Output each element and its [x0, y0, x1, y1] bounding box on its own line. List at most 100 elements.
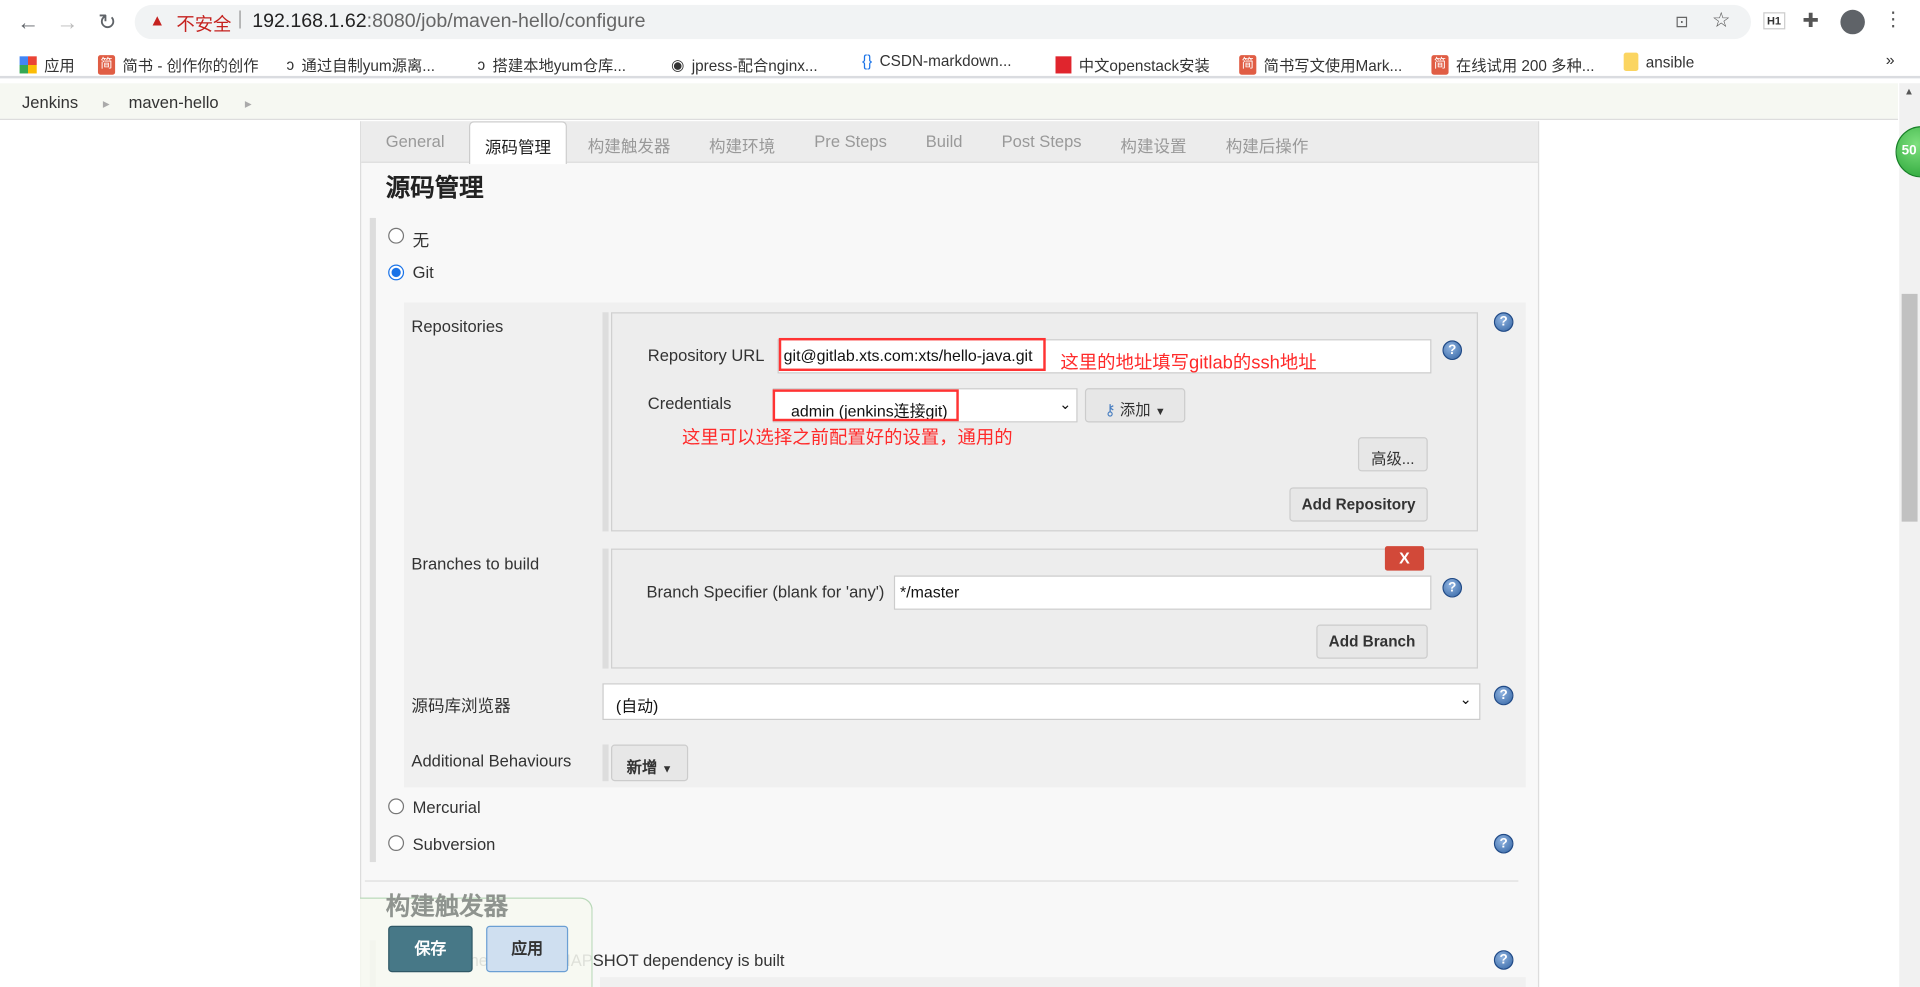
chevron-down-icon: ⌄: [1459, 690, 1472, 708]
jianshu-icon: 简: [97, 54, 116, 75]
breadcrumb-jenkins[interactable]: Jenkins: [22, 93, 78, 111]
bookmark-folder[interactable]: ansible: [1623, 52, 1694, 72]
branch-spec-input[interactable]: */master: [893, 575, 1432, 610]
page-icon: ↄ: [477, 55, 486, 73]
apps-icon: [19, 55, 37, 73]
scrollbar[interactable]: ▲: [1899, 83, 1920, 987]
caret-down-icon: ▼: [661, 762, 673, 776]
radio-subversion[interactable]: [388, 835, 405, 852]
label-subversion: Subversion: [412, 835, 496, 854]
advanced-button[interactable]: 高级...: [1357, 437, 1428, 472]
add-credentials-button[interactable]: ⚷ 添加 ▼: [1084, 388, 1186, 423]
back-icon[interactable]: ←: [17, 10, 39, 36]
annotation-url-note: 这里的地址填写gitlab的ssh地址: [1060, 352, 1317, 374]
bookmark[interactable]: 简简书写文使用Mark...: [1239, 53, 1402, 76]
bookmark[interactable]: ◉ jpress-配合nginx...: [671, 53, 818, 76]
key-icon: ⚷: [1104, 401, 1116, 419]
bookmark[interactable]: 简简书 - 创作你的创作: [97, 53, 259, 76]
credentials-label: Credentials: [647, 394, 732, 413]
repo-browser-select[interactable]: (自动) ⌄: [602, 683, 1481, 721]
branch-spec-label: Branch Specifier (blank for 'any'): [646, 582, 885, 602]
help-icon[interactable]: ?: [1493, 685, 1514, 706]
url-text: 192.168.1.62:8080/job/maven-hello/config…: [252, 11, 646, 32]
more-bookmarks[interactable]: »: [1886, 50, 1895, 68]
address-bar[interactable]: ▲ 不安全 | 192.168.1.62:8080/job/maven-hell…: [134, 4, 1752, 40]
divider: [364, 880, 1519, 882]
tab-pre-steps[interactable]: Pre Steps: [814, 132, 887, 150]
bookmark[interactable]: {} CSDN-markdown...: [862, 53, 1011, 70]
label-mercurial: Mercurial: [412, 798, 481, 817]
radio-none[interactable]: [388, 227, 405, 244]
menu-icon[interactable]: ⋮: [1883, 7, 1903, 31]
tab-post-steps[interactable]: Post Steps: [1002, 132, 1082, 150]
openstack-icon: [1055, 55, 1072, 73]
label-git: Git: [412, 263, 434, 282]
chevron-right-icon[interactable]: ▸: [103, 96, 110, 112]
radio-mercurial[interactable]: [388, 798, 405, 815]
config-tabs: General 源码管理 构建触发器 构建环境 Pre Steps Build …: [361, 121, 1538, 165]
breadcrumb-job[interactable]: maven-hello: [129, 93, 219, 111]
repo-browser-label: 源码库浏览器: [411, 696, 511, 716]
branch-bar: [602, 548, 609, 669]
add-branch-button[interactable]: Add Branch: [1316, 624, 1428, 659]
h1-extension-icon[interactable]: H1: [1763, 12, 1785, 30]
tab-build[interactable]: Build: [926, 132, 963, 150]
scroll-up-icon[interactable]: ▲: [1904, 86, 1914, 97]
branches-label: Branches to build: [411, 554, 540, 574]
tab-general[interactable]: General: [386, 132, 445, 150]
bookmark[interactable]: ↄ 通过自制yum源离...: [287, 53, 436, 76]
tab-triggers[interactable]: 构建触发器: [588, 132, 671, 156]
jianshu-icon: 简: [1431, 54, 1449, 75]
apply-button[interactable]: 应用: [486, 925, 569, 973]
divider: |: [237, 8, 243, 30]
annotation-cred-note: 这里可以选择之前配置好的设置，通用的: [682, 427, 1013, 449]
behaviours-bar: [602, 744, 609, 782]
tab-post-build[interactable]: 构建后操作: [1226, 132, 1309, 156]
csdn-icon: {}: [862, 52, 873, 70]
tab-environment[interactable]: 构建环境: [709, 132, 775, 156]
insecure-label: 不安全: [176, 14, 232, 36]
help-icon[interactable]: ?: [1493, 833, 1514, 854]
trigger-box: [600, 977, 1526, 987]
help-icon[interactable]: ?: [1442, 577, 1463, 598]
annotation-box: [778, 337, 1046, 372]
help-icon[interactable]: ?: [1493, 312, 1514, 332]
add-behaviour-button[interactable]: 新增 ▼: [611, 744, 689, 782]
help-icon[interactable]: ?: [1442, 340, 1463, 361]
extensions-icon[interactable]: ✚: [1802, 9, 1818, 33]
save-button[interactable]: 保存: [388, 925, 473, 973]
repo-url-label: Repository URL: [647, 346, 765, 365]
profile-icon[interactable]: [1840, 9, 1865, 35]
delete-branch-button[interactable]: X: [1384, 546, 1425, 571]
section-title-triggers: 构建触发器: [385, 893, 509, 921]
label-none: 无: [412, 231, 430, 250]
bookmark[interactable]: 简在线试用 200 多种...: [1431, 53, 1595, 76]
folder-icon: [1623, 52, 1639, 72]
star-icon[interactable]: ☆: [1712, 9, 1731, 33]
section-title-scm: 源码管理: [385, 175, 484, 203]
chevron-right-icon[interactable]: ▸: [245, 96, 252, 112]
tab-build-settings[interactable]: 构建设置: [1120, 132, 1186, 156]
chevron-down-icon: ⌄: [1059, 395, 1072, 413]
scrollbar-thumb[interactable]: [1901, 293, 1918, 522]
bookmark[interactable]: ↄ 搭建本地yum仓库...: [478, 53, 627, 76]
browser-toolbar: ← → ↻ ▲ 不安全 | 192.168.1.62:8080/job/mave…: [0, 0, 1920, 45]
warning-icon: ▲: [149, 11, 166, 30]
radio-git[interactable]: [388, 264, 405, 281]
translate-icon[interactable]: ⊡: [1675, 12, 1688, 32]
page-icon: ↄ: [286, 55, 295, 73]
bookmark[interactable]: 中文openstack安装: [1055, 53, 1210, 76]
repositories-label: Repositories: [411, 317, 504, 336]
reload-icon[interactable]: ↻: [98, 10, 116, 36]
behaviours-label: Additional Behaviours: [411, 751, 572, 771]
tab-scm[interactable]: 源码管理: [468, 121, 567, 165]
bookmark-apps[interactable]: 应用: [19, 53, 75, 76]
annotation-box: [772, 389, 959, 422]
add-repository-button[interactable]: Add Repository: [1289, 487, 1428, 522]
breadcrumb: Jenkins ▸ maven-hello ▸: [0, 83, 1898, 121]
forward-icon[interactable]: →: [56, 10, 78, 36]
section-bar: [369, 217, 376, 863]
help-icon[interactable]: ?: [1493, 950, 1514, 970]
globe-icon: ◉: [671, 56, 685, 74]
bookmarks-bar: 应用 简简书 - 创作你的创作 ↄ 通过自制yum源离... ↄ 搭建本地yum仓库…: [0, 44, 1920, 79]
